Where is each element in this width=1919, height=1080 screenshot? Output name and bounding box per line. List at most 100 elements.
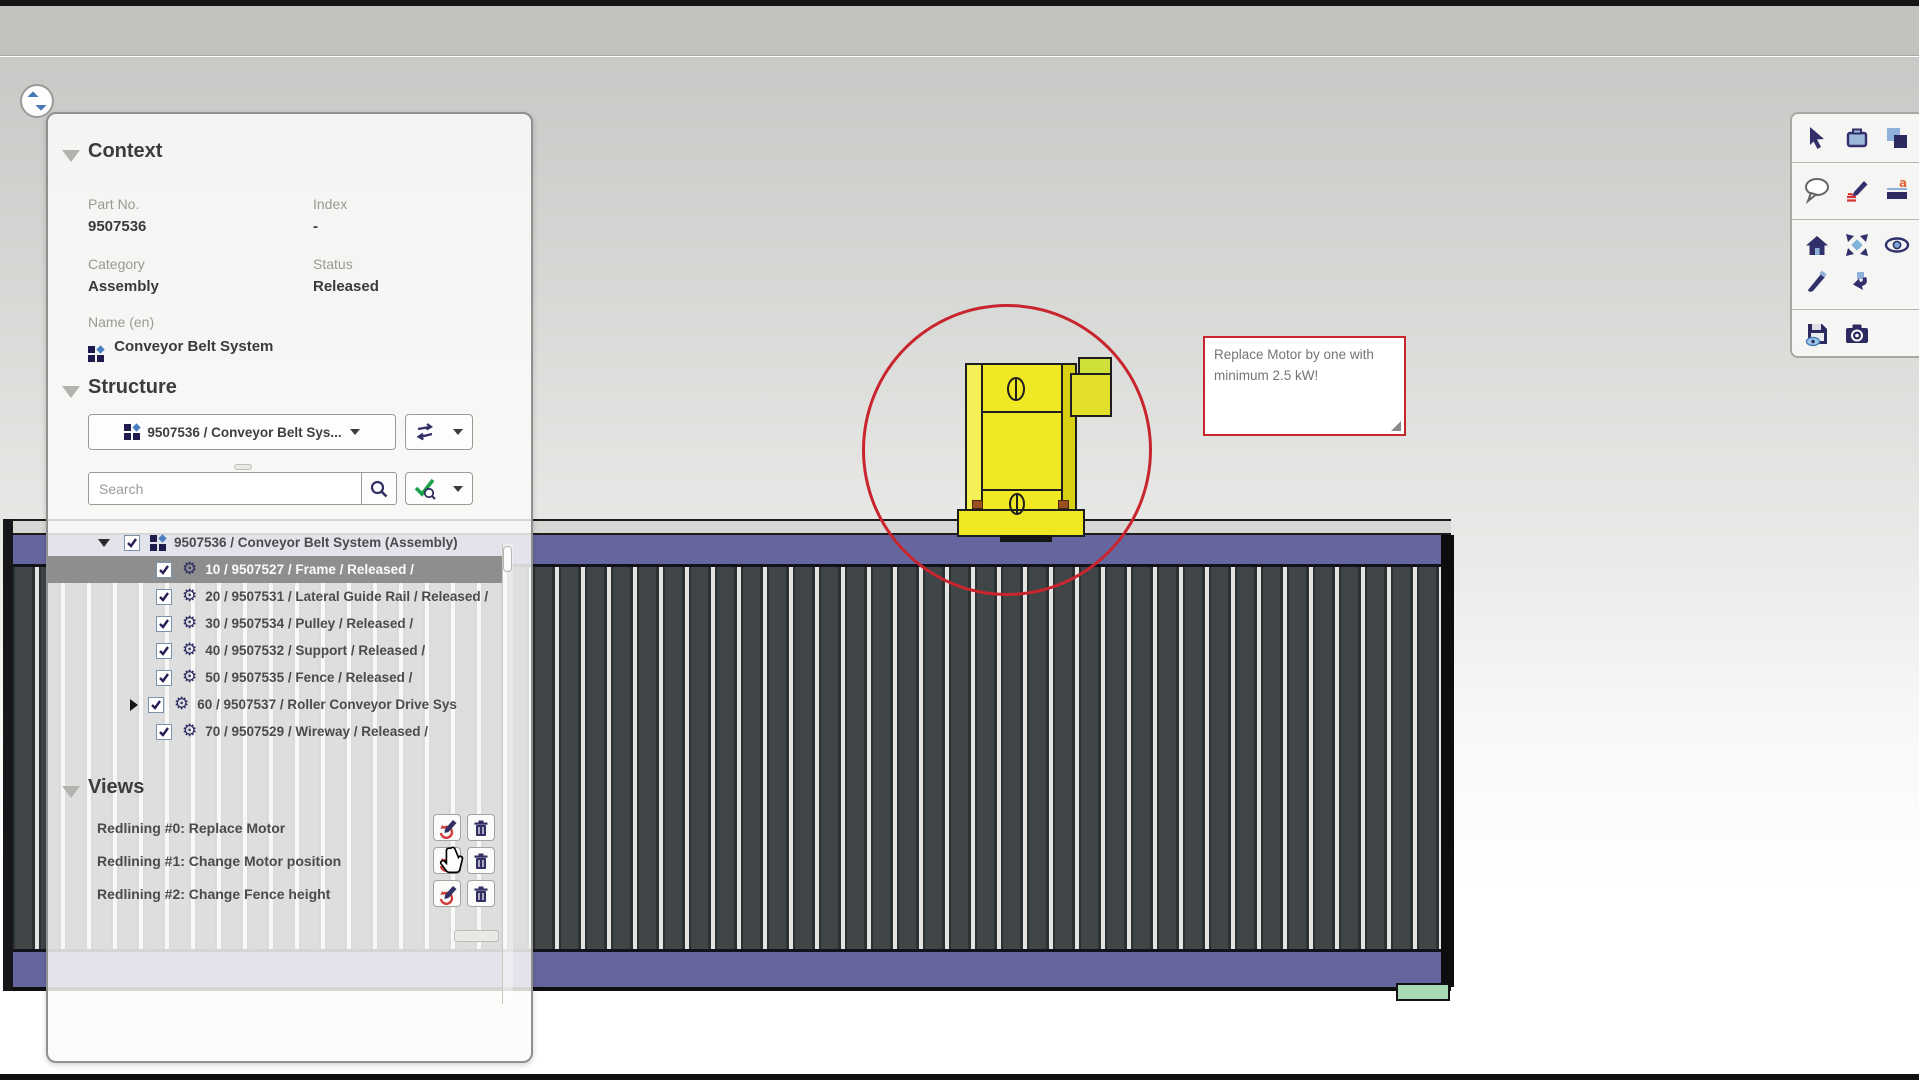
tree-row[interactable]: ⚙ 40 / 9507532 / Support / Released /	[48, 637, 503, 664]
checkbox-checked[interactable]	[156, 562, 172, 578]
snapshot-button[interactable]	[1838, 317, 1876, 351]
restore-redlining-button[interactable]	[433, 880, 461, 907]
home-view-button[interactable]	[1798, 228, 1836, 262]
select-cursor-icon	[1803, 124, 1831, 152]
part-gear-icon: ⚙	[182, 588, 197, 605]
tree-row-label: 40 / 9507532 / Support / Released /	[205, 643, 425, 658]
note-resize-grip[interactable]	[1391, 421, 1401, 431]
field-label: Category	[88, 256, 145, 272]
restore-redlining-button[interactable]	[433, 814, 461, 841]
fit-arrows-icon	[1843, 231, 1871, 259]
toolbar-separator	[1792, 219, 1919, 220]
checkbox-checked[interactable]	[156, 724, 172, 740]
mouse-hand-cursor	[438, 844, 472, 880]
home-icon	[1803, 231, 1831, 259]
undo-button[interactable]	[1838, 264, 1876, 298]
restore-redlining-icon	[436, 817, 458, 839]
tree-scrollbar-track[interactable]	[502, 544, 513, 1004]
text-annotation-button[interactable]: a	[1878, 173, 1916, 207]
search-icon	[369, 479, 389, 499]
search-button[interactable]	[361, 472, 397, 505]
structure-root-dropdown[interactable]: 9507536 / Conveyor Belt Sys...	[88, 414, 396, 450]
part-gear-icon: ⚙	[182, 642, 197, 659]
area-select-button[interactable]	[1838, 121, 1876, 155]
section-knife-button[interactable]	[1798, 264, 1836, 298]
conveyor-end-cap	[1441, 535, 1454, 987]
trash-icon	[471, 884, 491, 904]
tree-row-selected[interactable]: ⚙ 10 / 9507527 / Frame / Released /	[48, 556, 503, 583]
structure-collapse-triangle[interactable]	[62, 386, 80, 398]
tree-row[interactable]: 9507536 / Conveyor Belt System (Assembly…	[48, 529, 503, 556]
swap-arrows-icon	[414, 423, 436, 441]
tree-row-label: 70 / 9507529 / Wireway / Released /	[205, 724, 428, 739]
assembly-icon	[88, 346, 104, 362]
tree-row[interactable]: ⚙ 70 / 9507529 / Wireway / Released /	[48, 718, 503, 745]
trash-icon	[471, 818, 491, 838]
field-value: -	[313, 218, 318, 235]
restore-redlining-icon	[436, 883, 458, 905]
checkbox-checked[interactable]	[156, 670, 172, 686]
comment-button[interactable]	[1798, 173, 1836, 207]
tree-row-label: 60 / 9507537 / Roller Conveyor Drive Sys	[197, 697, 457, 712]
redline-note-box[interactable]: Replace Motor by one with minimum 2.5 kW…	[1203, 336, 1406, 436]
expander-down-icon[interactable]	[98, 539, 110, 547]
tree-row-label: 10 / 9507527 / Frame / Released /	[205, 562, 414, 577]
chevron-down-icon	[350, 429, 360, 435]
knife-icon	[1803, 267, 1831, 295]
tree-row-label: 30 / 9507534 / Pulley / Released /	[205, 616, 413, 631]
delete-redlining-button[interactable]	[467, 814, 495, 841]
panel-resize-grip[interactable]	[454, 930, 499, 942]
chevron-down-icon	[453, 486, 463, 492]
collapse-arrows-icon	[26, 90, 48, 112]
visibility-button[interactable]	[1878, 228, 1916, 262]
structure-root-label: 9507536 / Conveyor Belt Sys...	[147, 425, 341, 440]
compare-structure-button[interactable]	[405, 414, 445, 450]
context-collapse-triangle[interactable]	[62, 150, 80, 162]
redlining-view-label[interactable]: Redlining #2: Change Fence height	[97, 886, 330, 902]
structure-header: Structure	[88, 376, 177, 399]
filter-check-button[interactable]	[405, 472, 445, 505]
search-input[interactable]	[88, 472, 362, 505]
checkbox-checked[interactable]	[156, 589, 172, 605]
checkbox-checked[interactable]	[156, 616, 172, 632]
tree-row[interactable]: ⚙ 30 / 9507534 / Pulley / Released /	[48, 610, 503, 637]
delete-redlining-button[interactable]	[467, 880, 495, 907]
panel-collapse-button[interactable]	[20, 84, 54, 118]
assembly-icon	[124, 424, 140, 440]
select-cursor-button[interactable]	[1798, 121, 1836, 155]
chevron-down-icon	[453, 429, 463, 435]
redlining-view-label[interactable]: Redlining #0: Replace Motor	[97, 820, 285, 836]
tree-row[interactable]: ⚙ 60 / 9507537 / Roller Conveyor Drive S…	[48, 691, 503, 718]
expander-right-icon[interactable]	[130, 699, 138, 711]
filter-options-dropdown[interactable]	[444, 472, 473, 505]
tree-row-label: 20 / 9507531 / Lateral Guide Rail / Rele…	[205, 589, 488, 604]
structure-tree: 9507536 / Conveyor Belt System (Assembly…	[48, 529, 503, 751]
splitter-grip[interactable]	[234, 464, 252, 470]
overlay-compare-button[interactable]	[1878, 121, 1916, 155]
compare-options-dropdown[interactable]	[444, 414, 473, 450]
assembly-icon	[150, 535, 166, 551]
field-value: Released	[313, 278, 379, 295]
redline-pen-button[interactable]	[1838, 173, 1876, 207]
redlining-view-label[interactable]: Redlining #1: Change Motor position	[97, 853, 341, 869]
window-title-bar	[0, 6, 1919, 56]
tree-row[interactable]: ⚙ 20 / 9507531 / Lateral Guide Rail / Re…	[48, 583, 503, 610]
checkbox-checked[interactable]	[148, 697, 164, 713]
field-label: Name (en)	[88, 314, 154, 330]
field-label: Status	[313, 256, 353, 272]
tree-row-label: 50 / 9507535 / Fence / Released /	[205, 670, 412, 685]
views-collapse-triangle[interactable]	[62, 786, 80, 798]
checkbox-checked[interactable]	[156, 643, 172, 659]
toolbar-separator	[1792, 162, 1919, 163]
tree-scrollbar-thumb[interactable]	[503, 546, 512, 572]
viewer-toolbar: a	[1790, 112, 1919, 358]
fit-to-view-button[interactable]	[1838, 228, 1876, 262]
save-view-button[interactable]	[1798, 317, 1836, 351]
tree-row-label: 9507536 / Conveyor Belt System (Assembly…	[174, 535, 458, 550]
context-structure-panel: Context Part No. 9507536 Index - Categor…	[46, 112, 533, 1063]
redline-circle-annotation	[862, 304, 1152, 596]
checkbox-checked[interactable]	[124, 535, 140, 551]
part-gear-icon: ⚙	[182, 669, 197, 686]
part-gear-icon: ⚙	[182, 561, 197, 578]
tree-row[interactable]: ⚙ 50 / 9507535 / Fence / Released /	[48, 664, 503, 691]
